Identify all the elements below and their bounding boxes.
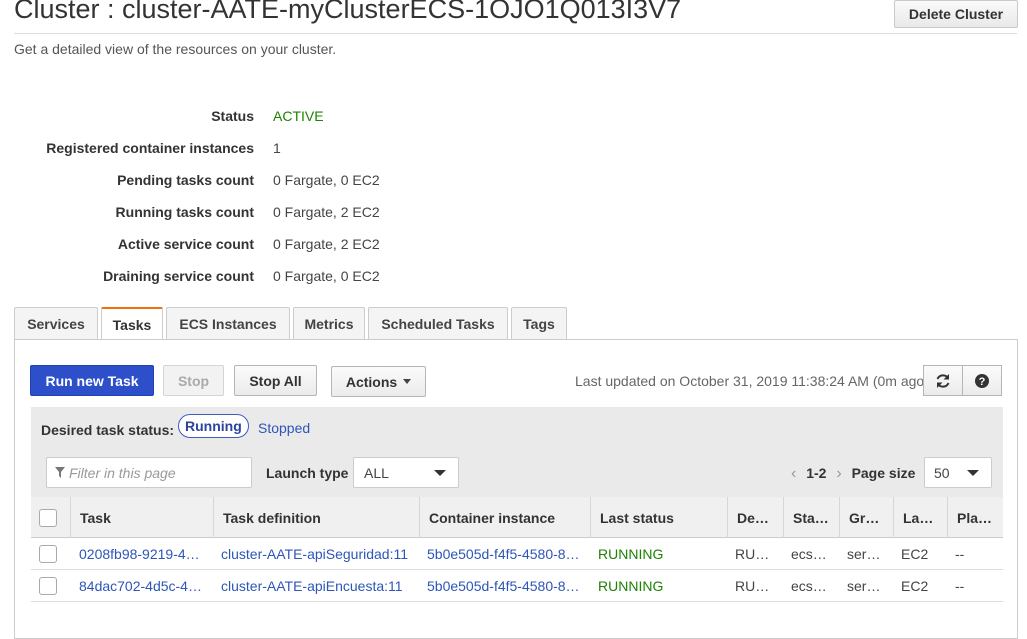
task-definition-link[interactable]: cluster-AATE-apiEncuesta:11 — [214, 570, 419, 602]
prev-page-icon[interactable]: ‹ — [791, 465, 796, 482]
stop-all-button[interactable]: Stop All — [234, 365, 317, 396]
pagination: ‹ 1-2 › Page size — [791, 465, 915, 483]
chevron-down-icon — [967, 470, 979, 476]
refresh-icon — [936, 373, 950, 388]
filter-placeholder: Filter in this page — [69, 464, 176, 481]
started-by: ecs… — [791, 578, 827, 594]
page-size-value: 50 — [934, 464, 950, 481]
filter-input[interactable]: Filter in this page — [46, 457, 252, 488]
task-filter-bar: Desired task status: Running Stopped Fil… — [31, 407, 1003, 497]
detail-running-tasks: Running tasks count 0 Fargate, 2 EC2 — [0, 196, 600, 228]
stop-button[interactable]: Stop — [163, 365, 224, 396]
group: ser… — [847, 546, 881, 562]
column-header[interactable]: Task — [70, 497, 213, 538]
detail-pending-tasks: Pending tasks count 0 Fargate, 0 EC2 — [0, 164, 600, 196]
column-header[interactable]: Pla… — [947, 497, 1003, 538]
task-definition-link[interactable]: cluster-AATE-apiSeguridad:11 — [214, 538, 419, 570]
launch-type: EC2 — [901, 546, 929, 562]
desired-status: RU… — [735, 578, 770, 594]
detail-active-services: Active service count 0 Fargate, 2 EC2 — [0, 228, 600, 260]
help-icon: ? — [975, 373, 989, 388]
launch-type-value: ALL — [364, 464, 389, 481]
chevron-down-icon — [403, 379, 412, 384]
tab-metrics[interactable]: Metrics — [293, 307, 365, 340]
column-header[interactable]: Container instance — [419, 497, 590, 538]
platform-version: -- — [955, 578, 965, 594]
svg-text:?: ? — [979, 376, 986, 388]
desired-status: RU… — [735, 546, 770, 562]
row-checkbox[interactable] — [39, 577, 57, 595]
run-new-task-button[interactable]: Run new Task — [30, 365, 154, 396]
detail-value: 0 Fargate, 0 EC2 — [273, 172, 380, 188]
detail-draining-services: Draining service count 0 Fargate, 0 EC2 — [0, 260, 600, 292]
row-checkbox[interactable] — [39, 545, 57, 563]
actions-label: Actions — [345, 373, 398, 390]
help-button[interactable]: ? — [962, 365, 1002, 396]
tasks-panel: Run new Task Stop Stop All Actions Last … — [14, 339, 1018, 639]
column-header[interactable]: De… — [727, 497, 783, 538]
launch-type-label: Launch type — [266, 465, 349, 481]
actions-dropdown[interactable]: Actions — [331, 366, 426, 397]
page-size-label: Page size — [851, 465, 916, 481]
status-stopped-toggle[interactable]: Stopped — [258, 420, 310, 436]
page-subtitle: Get a detailed view of the resources on … — [14, 41, 337, 57]
tab-ecs-instances[interactable]: ECS Instances — [166, 307, 290, 340]
launch-type: EC2 — [901, 578, 929, 594]
detail-status: Status ACTIVE — [0, 100, 600, 132]
group: ser… — [847, 578, 881, 594]
table-header: Task Task definition Container instance … — [31, 497, 1003, 538]
page-title: Cluster : cluster-AATE-myClusterECS-1OJO… — [14, 0, 682, 24]
detail-registered-instances: Registered container instances 1 — [0, 132, 600, 164]
last-updated-text: Last updated on October 31, 2019 11:38:2… — [575, 373, 929, 389]
title-divider — [14, 33, 1017, 34]
detail-label: Pending tasks count — [117, 172, 254, 188]
refresh-button[interactable] — [923, 365, 963, 396]
container-instance-link[interactable]: 5b0e505d-f4f5-4580-8… — [420, 538, 590, 570]
filter-icon — [55, 467, 65, 478]
detail-value: 0 Fargate, 2 EC2 — [273, 204, 380, 220]
detail-label: Active service count — [117, 236, 254, 252]
tab-scheduled-tasks[interactable]: Scheduled Tasks — [368, 307, 508, 340]
status-running-toggle[interactable]: Running — [178, 414, 249, 438]
column-header[interactable]: Gr… — [839, 497, 893, 538]
desired-status-label: Desired task status: — [41, 422, 175, 438]
column-header[interactable]: Last status — [590, 497, 727, 538]
delete-cluster-button[interactable]: Delete Cluster — [894, 0, 1018, 28]
detail-value: 0 Fargate, 2 EC2 — [273, 236, 380, 252]
page-range: 1-2 — [806, 465, 827, 481]
table-row[interactable]: 84dac702-4d5c-4… cluster-AATE-apiEncuest… — [31, 570, 1003, 602]
tab-tags[interactable]: Tags — [511, 307, 567, 340]
detail-value: 1 — [273, 140, 281, 156]
select-all-checkbox[interactable] — [39, 509, 57, 527]
container-instance-link[interactable]: 5b0e505d-f4f5-4580-8… — [420, 570, 590, 602]
detail-label: Status — [211, 108, 254, 124]
detail-label: Running tasks count — [115, 204, 254, 220]
detail-value: 0 Fargate, 0 EC2 — [273, 268, 380, 284]
last-status: RUNNING — [598, 578, 664, 594]
platform-version: -- — [955, 546, 965, 562]
task-id-link[interactable]: 0208fb98-9219-4… — [72, 538, 213, 570]
page-size-select[interactable]: 50 — [924, 457, 992, 488]
detail-label: Draining service count — [103, 268, 254, 284]
next-page-icon[interactable]: › — [836, 465, 841, 482]
column-header[interactable]: Sta… — [783, 497, 839, 538]
table-row[interactable]: 0208fb98-9219-4… cluster-AATE-apiSegurid… — [31, 538, 1003, 570]
launch-type-select[interactable]: ALL — [353, 457, 459, 488]
tab-services[interactable]: Services — [14, 307, 98, 340]
task-id-link[interactable]: 84dac702-4d5c-4… — [72, 570, 213, 602]
chevron-down-icon — [434, 470, 446, 476]
last-status: RUNNING — [598, 546, 664, 562]
started-by: ecs… — [791, 546, 827, 562]
tab-tasks[interactable]: Tasks — [101, 307, 163, 341]
detail-value: ACTIVE — [273, 108, 324, 124]
column-header[interactable]: Task definition — [213, 497, 419, 538]
detail-label: Registered container instances — [46, 140, 254, 156]
column-header[interactable]: La… — [893, 497, 947, 538]
